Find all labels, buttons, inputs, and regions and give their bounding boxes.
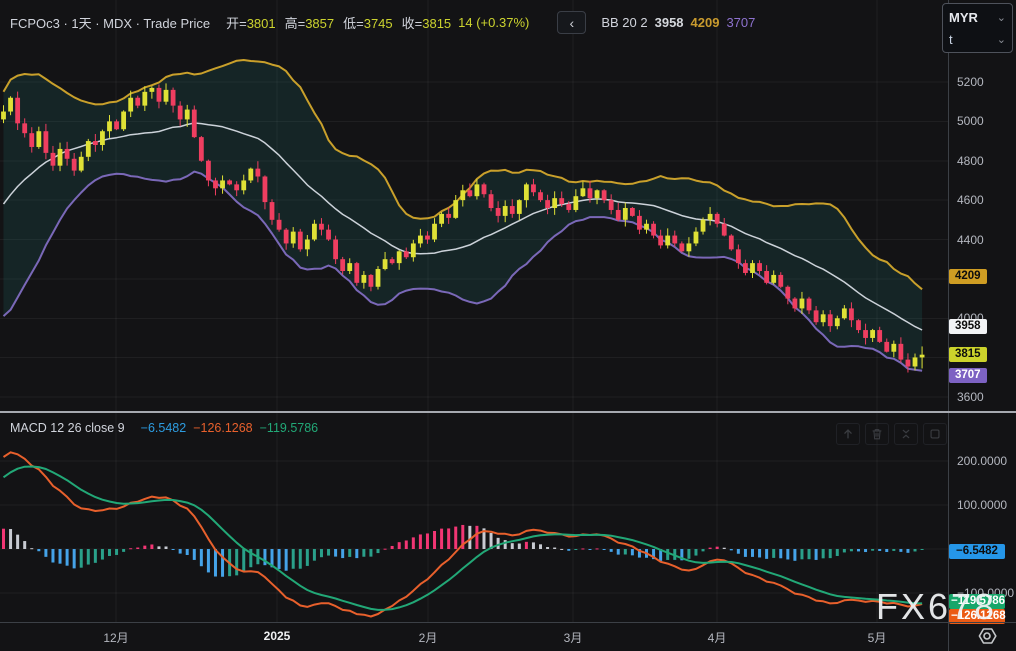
price-label-chip: 3707	[949, 368, 987, 383]
unit-label: t	[949, 32, 953, 47]
axis-tick-label: 4400	[957, 233, 984, 247]
price-label-chip: 4209	[949, 269, 987, 284]
axis-tick-label: 4800	[957, 154, 984, 168]
axis-tick-label: 200.0000	[957, 454, 1007, 468]
bb-lower-value: 3707	[726, 15, 755, 30]
symbol-legend: FCPOc3 · 1天 · MDX · Trade Price 开=3801 高=…	[10, 11, 755, 34]
time-axis-label: 12月	[103, 629, 128, 646]
macd-pane-chart[interactable]	[0, 413, 948, 622]
ohlc-item: 收=3815	[402, 13, 452, 32]
currency-dropdown[interactable]: MYR ⌄	[949, 7, 1006, 27]
symbol-title[interactable]: FCPOc3 · 1天 · MDX · Trade Price	[10, 13, 210, 32]
price-label-chip: −6.5482	[949, 544, 1005, 559]
chevron-down-icon: ⌄	[997, 33, 1006, 46]
macd-indicator-title[interactable]: MACD 12 26 close 9	[10, 421, 125, 435]
time-axis-label: 3月	[564, 629, 583, 646]
ohlc-item: 高=3857	[285, 13, 335, 32]
macd-legend: MACD 12 26 close 9 −6.5482 −126.1268 −11…	[10, 421, 318, 435]
pane-divider[interactable]	[0, 411, 1016, 413]
axis-tick-label: 100.0000	[957, 498, 1007, 512]
time-axis[interactable]: 12月 2025 2月 3月 4月 5月	[0, 622, 1016, 651]
price-label-chip: 3958	[949, 319, 987, 334]
fx678-logo-gear-icon	[975, 624, 999, 648]
bb-upper-value: 4209	[691, 15, 720, 30]
bb-indicator-title[interactable]: BB 20 2	[601, 15, 647, 30]
currency-label: MYR	[949, 10, 978, 25]
ohlc-item: 低=3745	[343, 13, 393, 32]
macd-line-value: −126.1268	[193, 421, 252, 435]
axis-tick-label: 4600	[957, 193, 984, 207]
macd-signal-value: −119.5786	[260, 421, 319, 435]
pane-controls	[836, 423, 947, 445]
time-axis-label: 4月	[708, 629, 727, 646]
fx678-watermark: FX678	[876, 586, 997, 628]
price-label-chip: 3815	[949, 347, 987, 362]
chart-window: FCPOc3 · 1天 · MDX · Trade Price 开=3801 高=…	[0, 0, 1016, 651]
collapse-indicators-button[interactable]: ‹	[557, 11, 586, 34]
ohlc-item: 开=3801	[226, 13, 276, 32]
delete-pane-button[interactable]	[865, 423, 889, 445]
bb-basis-value: 3958	[655, 15, 684, 30]
price-axis[interactable]: 5200500048004600440040003600200.0000100.…	[948, 0, 1016, 622]
unit-dropdown[interactable]: t ⌄	[949, 29, 1006, 49]
change-value: 14 (+0.37%)	[458, 15, 529, 30]
collapse-pane-button[interactable]	[894, 423, 918, 445]
axis-tick-label: 3600	[957, 390, 984, 404]
chevron-down-icon: ⌄	[997, 11, 1006, 24]
price-pane-chart[interactable]	[0, 0, 948, 411]
time-axis-label: 2月	[419, 629, 438, 646]
time-axis-label: 5月	[868, 629, 887, 646]
currency-unit-widget: MYR ⌄ t ⌄	[942, 3, 1013, 53]
move-pane-up-button[interactable]	[836, 423, 860, 445]
axis-tick-label: 5000	[957, 114, 984, 128]
macd-histogram-value: −6.5482	[141, 421, 187, 435]
maximize-pane-button[interactable]	[923, 423, 947, 445]
ohlc-values: 开=3801 高=3857 低=3745 收=3815	[226, 13, 451, 32]
axis-tick-label: 5200	[957, 75, 984, 89]
time-axis-divider	[0, 622, 1016, 623]
time-axis-label: 2025	[264, 629, 291, 643]
